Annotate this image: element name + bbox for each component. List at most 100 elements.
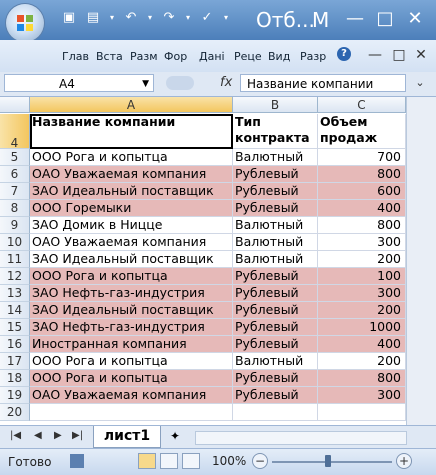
company-cell[interactable]: ЗАО Нефть-газ-индустрия (30, 285, 233, 302)
row-header[interactable]: 18 (0, 370, 30, 387)
sales-volume-cell[interactable]: 700 (318, 149, 406, 166)
horizontal-scrollbar[interactable] (195, 431, 407, 445)
contract-type-cell[interactable]: Рублевый (233, 268, 318, 285)
save-icon[interactable]: ▣ (60, 9, 78, 27)
header-cell-company[interactable]: Название компании (30, 114, 233, 149)
column-header-a[interactable]: A (30, 97, 233, 113)
company-cell[interactable]: ООО Рога и копытца (30, 268, 233, 285)
contract-type-cell[interactable]: Валютный (233, 217, 318, 234)
minimize-button[interactable]: — (340, 6, 370, 32)
sales-volume-cell[interactable]: 1000 (318, 319, 406, 336)
sales-volume-cell[interactable]: 200 (318, 251, 406, 268)
zoom-slider[interactable] (272, 461, 392, 463)
tab-page-layout[interactable]: Разм (130, 50, 160, 63)
qat-customize-icon[interactable]: ▾ (222, 9, 230, 27)
row-header[interactable]: 13 (0, 285, 30, 302)
zoom-in-button[interactable]: + (396, 453, 412, 469)
qat-redo-dropdown-icon[interactable]: ▾ (184, 9, 192, 27)
row-header[interactable]: 12 (0, 268, 30, 285)
sales-volume-cell[interactable]: 800 (318, 166, 406, 183)
print-preview-icon[interactable]: ▤ (84, 9, 102, 27)
contract-type-cell[interactable]: Валютный (233, 251, 318, 268)
row-header[interactable]: 20 (0, 404, 30, 421)
contract-type-cell[interactable]: Валютный (233, 353, 318, 370)
sales-volume-cell[interactable]: 300 (318, 387, 406, 404)
row-header[interactable]: 10 (0, 234, 30, 251)
insert-sheet-icon[interactable]: ✦ (170, 429, 180, 443)
company-cell[interactable]: ЗАО Идеальный поставщик (30, 183, 233, 200)
tab-review[interactable]: Реце (234, 50, 264, 63)
company-cell[interactable] (30, 404, 233, 421)
sales-volume-cell[interactable]: 400 (318, 336, 406, 353)
company-cell[interactable]: ОАО Уважаемая компания (30, 234, 233, 251)
help-icon[interactable]: ? (337, 47, 351, 61)
contract-type-cell[interactable]: Рублевый (233, 387, 318, 404)
header-cell-sales-volume[interactable]: Объем продаж (318, 114, 406, 149)
row-header[interactable]: 5 (0, 149, 30, 166)
sales-volume-cell[interactable]: 800 (318, 370, 406, 387)
sales-volume-cell[interactable]: 200 (318, 353, 406, 370)
contract-type-cell[interactable]: Валютный (233, 149, 318, 166)
contract-type-cell[interactable]: Рублевый (233, 302, 318, 319)
company-cell[interactable]: ЗАО Домик в Ницце (30, 217, 233, 234)
normal-view-button[interactable] (138, 453, 156, 469)
company-cell[interactable]: ЗАО Идеальный поставщик (30, 251, 233, 268)
expand-formula-icon[interactable]: ⌄ (410, 74, 430, 92)
sales-volume-cell[interactable]: 300 (318, 285, 406, 302)
company-cell[interactable]: ОАО Уважаемая компания (30, 166, 233, 183)
contract-type-cell[interactable]: Рублевый (233, 370, 318, 387)
contract-type-cell[interactable]: Рублевый (233, 319, 318, 336)
formula-bar-splitter[interactable] (166, 76, 194, 90)
company-cell[interactable]: ОАО Уважаемая компания (30, 387, 233, 404)
sales-volume-cell[interactable]: 300 (318, 234, 406, 251)
contract-type-cell[interactable]: Рублевый (233, 200, 318, 217)
chevron-down-icon[interactable]: ▼ (142, 75, 149, 93)
tab-view[interactable]: Вид (268, 50, 296, 63)
row-header[interactable]: 8 (0, 200, 30, 217)
row-header[interactable]: 7 (0, 183, 30, 200)
undo-icon[interactable]: ↶ (122, 9, 140, 27)
company-cell[interactable]: ООО Рога и копытца (30, 353, 233, 370)
formula-input[interactable]: Название компании (240, 74, 406, 92)
company-cell[interactable]: ООО Рога и копытца (30, 149, 233, 166)
macro-record-icon[interactable] (70, 454, 84, 468)
maximize-button[interactable]: □ (370, 6, 400, 32)
company-cell[interactable]: ЗАО Идеальный поставщик (30, 302, 233, 319)
sales-volume-cell[interactable] (318, 404, 406, 421)
page-layout-view-button[interactable] (160, 453, 178, 469)
first-sheet-icon[interactable]: |◀ (10, 430, 21, 441)
row-header[interactable]: 9 (0, 217, 30, 234)
sales-volume-cell[interactable]: 600 (318, 183, 406, 200)
redo-icon[interactable]: ↷ (160, 9, 178, 27)
row-header[interactable]: 16 (0, 336, 30, 353)
contract-type-cell[interactable] (233, 404, 318, 421)
page-break-view-button[interactable] (182, 453, 200, 469)
column-header-b[interactable]: B (233, 97, 318, 113)
row-header[interactable]: 4 (0, 114, 30, 150)
qat-dropdown-icon[interactable]: ▾ (108, 9, 116, 27)
tab-developer[interactable]: Разр (300, 50, 330, 63)
company-cell[interactable]: ООО Горемыки (30, 200, 233, 217)
tab-data[interactable]: Дані (199, 50, 229, 63)
row-header[interactable]: 11 (0, 251, 30, 268)
last-sheet-icon[interactable]: ▶| (72, 430, 83, 441)
contract-type-cell[interactable]: Рублевый (233, 166, 318, 183)
close-button[interactable]: ✕ (400, 6, 430, 32)
sales-volume-cell[interactable]: 800 (318, 217, 406, 234)
zoom-out-button[interactable]: − (252, 453, 268, 469)
zoom-slider-thumb[interactable] (325, 455, 331, 467)
tab-home[interactable]: Глав (62, 50, 92, 63)
contract-type-cell[interactable]: Рублевый (233, 183, 318, 200)
workbook-close-button[interactable]: ✕ (406, 42, 436, 68)
company-cell[interactable]: ЗАО Нефть-газ-индустрия (30, 319, 233, 336)
vertical-scrollbar[interactable] (406, 97, 436, 427)
select-all-corner[interactable] (0, 97, 30, 113)
row-header[interactable]: 14 (0, 302, 30, 319)
row-header[interactable]: 6 (0, 166, 30, 183)
sales-volume-cell[interactable]: 100 (318, 268, 406, 285)
column-header-c[interactable]: C (318, 97, 406, 113)
sheet-tab-active[interactable]: лист1 (93, 426, 161, 448)
row-header[interactable]: 15 (0, 319, 30, 336)
office-button[interactable] (6, 4, 44, 42)
check-icon[interactable]: ✓ (198, 9, 216, 27)
